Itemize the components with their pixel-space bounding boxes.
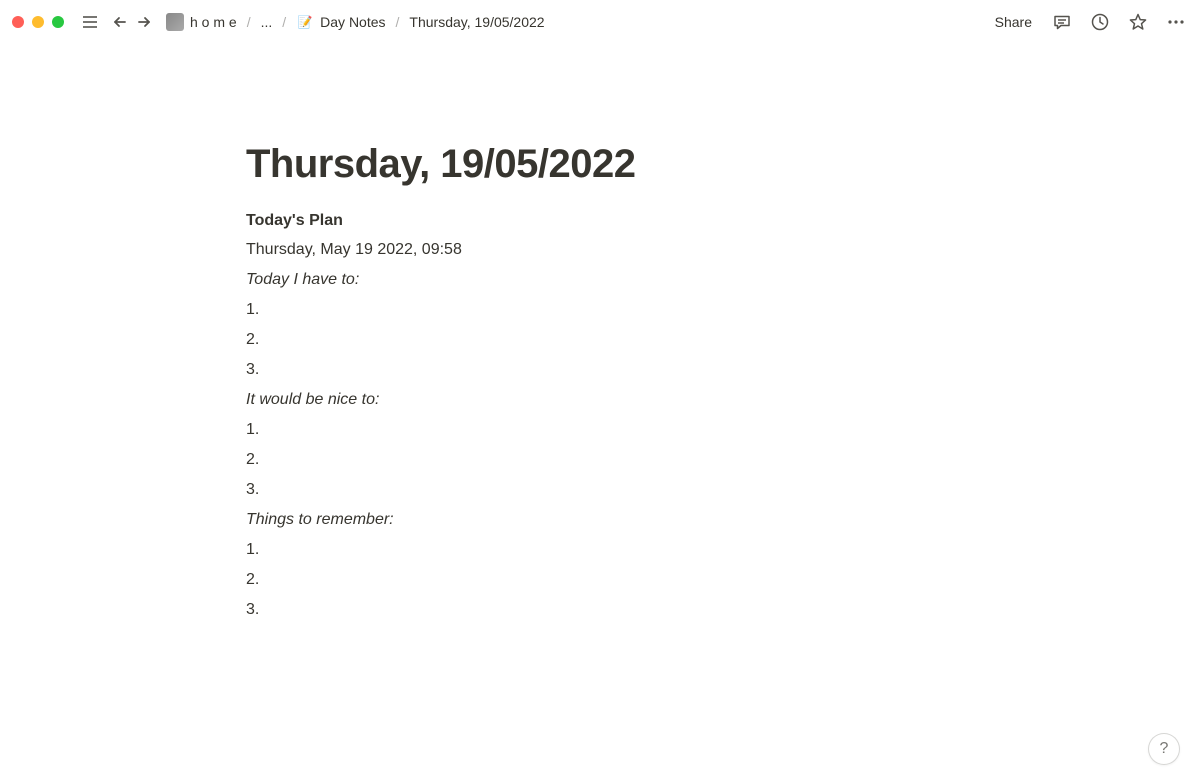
comments-button[interactable] [1050,10,1074,34]
close-window-button[interactable] [12,16,24,28]
arrow-left-icon [111,13,129,31]
updates-button[interactable] [1088,10,1112,34]
breadcrumb-home[interactable]: h o m e [162,11,241,33]
top-bar-left: h o m e / ... / 📝 Day Notes / Thursday, … [12,10,549,34]
timestamp-line[interactable]: Thursday, May 19 2022, 09:58 [246,238,954,262]
top-bar-right: Share [991,10,1188,34]
favorite-button[interactable] [1126,10,1150,34]
breadcrumb: h o m e / ... / 📝 Day Notes / Thursday, … [162,11,549,33]
list-item[interactable]: 1. [246,298,954,322]
hamburger-icon [81,13,99,31]
maximize-window-button[interactable] [52,16,64,28]
list-item[interactable]: 2. [246,328,954,352]
list-item[interactable]: 3. [246,358,954,382]
breadcrumb-separator: / [396,14,400,30]
speech-bubble-icon [1052,12,1072,32]
window-traffic-lights [12,16,64,28]
home-page-icon [166,13,184,31]
arrow-right-icon [135,13,153,31]
sidebar-toggle-button[interactable] [78,10,102,34]
list-item[interactable]: 2. [246,448,954,472]
list-item[interactable]: 2. [246,568,954,592]
breadcrumb-ellipsis[interactable]: ... [257,12,277,32]
breadcrumb-daynotes[interactable]: 📝 Day Notes [292,11,389,33]
breadcrumb-daynotes-label: Day Notes [320,14,385,30]
page-title[interactable]: Thursday, 19/05/2022 [246,140,954,188]
more-horizontal-icon [1166,12,1186,32]
star-icon [1128,12,1148,32]
page-content[interactable]: Thursday, 19/05/2022 Today's Plan Thursd… [246,44,954,622]
minimize-window-button[interactable] [32,16,44,28]
help-button[interactable]: ? [1148,733,1180,765]
breadcrumb-separator: / [247,14,251,30]
list-item[interactable]: 3. [246,478,954,502]
list-item[interactable]: 3. [246,598,954,622]
block-label[interactable]: It would be nice to: [246,388,954,412]
breadcrumb-separator: / [282,14,286,30]
share-button[interactable]: Share [991,12,1036,32]
top-bar: h o m e / ... / 📝 Day Notes / Thursday, … [0,0,1200,44]
list-item[interactable]: 1. [246,538,954,562]
back-button[interactable] [108,10,132,34]
breadcrumb-current-label: Thursday, 19/05/2022 [409,14,544,30]
clock-icon [1090,12,1110,32]
breadcrumb-ellipsis-label: ... [261,14,273,30]
notepad-icon: 📝 [296,13,314,31]
question-mark-icon: ? [1160,740,1169,758]
breadcrumb-current[interactable]: Thursday, 19/05/2022 [405,12,548,32]
section-heading[interactable]: Today's Plan [246,212,954,230]
block-label[interactable]: Things to remember: [246,508,954,532]
breadcrumb-home-label: h o m e [190,14,237,30]
more-button[interactable] [1164,10,1188,34]
forward-button[interactable] [132,10,156,34]
block-label[interactable]: Today I have to: [246,268,954,292]
list-item[interactable]: 1. [246,418,954,442]
nav-arrows [108,10,156,34]
